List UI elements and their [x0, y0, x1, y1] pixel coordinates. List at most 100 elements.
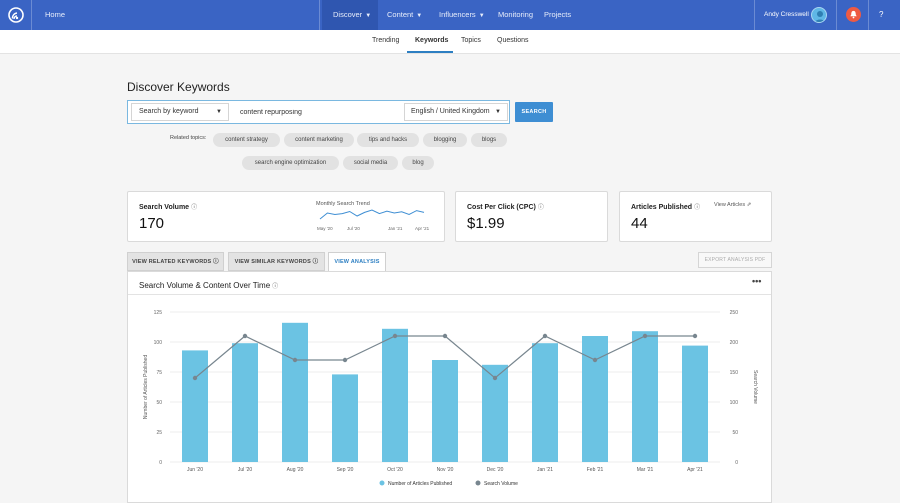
view-articles-link[interactable]: View Articles ⇗ [714, 202, 751, 208]
top-navigation: Home Discover ▼ Content ▼ Influencers ▼ Mon… [0, 0, 900, 30]
view-articles-text: View Articles [714, 202, 746, 208]
line-point [642, 333, 648, 339]
info-icon[interactable]: ⓘ [191, 205, 197, 211]
tab-view-related-keywords[interactable]: VIEW RELATED KEYWORDS ⓘ [127, 252, 224, 271]
language-select[interactable]: English / United Kingdom ▼ [404, 103, 508, 121]
bar [432, 360, 458, 462]
y-tick-right: 200 [730, 340, 739, 346]
info-icon[interactable]: ⓘ [538, 205, 544, 211]
x-tick-label: Oct '20 [387, 467, 403, 473]
tab-topics[interactable]: Topics [461, 30, 481, 52]
legend-label-search-volume: Search Volume [484, 481, 518, 487]
chevron-down-icon: ▼ [495, 109, 501, 115]
nav-content[interactable]: Content ▼ [387, 0, 422, 31]
search-type-select[interactable]: Search by keyword ▼ [131, 103, 229, 121]
x-tick-label: Jun '20 [187, 467, 203, 473]
related-topic-chip[interactable]: social media [343, 156, 398, 170]
user-name[interactable]: Andy Cresswell [764, 0, 809, 30]
nav-content-label: Content [387, 10, 414, 19]
related-topic-chip[interactable]: content strategy [213, 133, 280, 147]
articles-published-value: 44 [631, 215, 648, 232]
info-icon[interactable]: ⓘ [694, 205, 700, 211]
chevron-down-icon: ▼ [216, 109, 222, 115]
bar [332, 374, 358, 462]
tab-view-analysis[interactable]: VIEW ANALYSIS [328, 252, 386, 272]
combo-chart: 0 25 50 75 100 125 0 50 100 150 200 250 Number of Ar… [143, 310, 758, 487]
nav-discover[interactable]: Discover ▼ [333, 0, 371, 31]
trend-tick: Jul '20 [347, 226, 360, 231]
nav-divider [754, 0, 755, 30]
related-topic-chip[interactable]: tips and hacks [357, 133, 419, 147]
x-tick-label: Jul '20 [238, 467, 253, 473]
bar [582, 336, 608, 462]
search-volume-card: Search Volume ⓘ 170 Monthly Search Trend … [127, 191, 445, 242]
bar [232, 343, 258, 462]
x-tick-label: Feb '21 [587, 467, 604, 473]
info-icon: ⓘ [312, 259, 319, 265]
line-point [692, 333, 698, 339]
y-tick-left: 25 [156, 430, 162, 436]
line-point [492, 375, 498, 381]
related-topic-chip[interactable]: search engine optimization [242, 156, 339, 170]
nav-discover-label: Discover [333, 10, 363, 19]
search-volume-value: 170 [139, 215, 165, 232]
nav-divider [836, 0, 837, 30]
nav-projects[interactable]: Projects [544, 0, 571, 30]
line-point [442, 333, 448, 339]
nav-divider [868, 0, 869, 30]
x-tick-label: Dec '20 [487, 467, 504, 473]
help-button[interactable]: ? [879, 0, 883, 30]
chart-panel: Search Volume & Content Over Time ⓘ ••• 0… [127, 271, 772, 503]
y-tick-left: 125 [154, 310, 163, 316]
page-title: Discover Keywords [127, 80, 230, 94]
tab-label: VIEW SIMILAR KEYWORDS [234, 259, 311, 265]
y-tick-right: 50 [732, 430, 738, 436]
search-input[interactable] [240, 103, 400, 121]
bar [382, 328, 408, 462]
bar [632, 331, 658, 462]
search-button[interactable]: SEARCH [515, 102, 553, 122]
related-topic-chip[interactable]: content marketing [284, 133, 354, 147]
search-type-value: Search by keyword [139, 108, 199, 115]
line-point [592, 357, 598, 363]
line-point [542, 333, 548, 339]
nav-home[interactable]: Home [45, 0, 65, 30]
y-tick-left: 0 [159, 460, 162, 466]
x-tick-label: Jan '21 [537, 467, 553, 473]
bar [532, 343, 558, 462]
chevron-down-icon: ▼ [416, 13, 423, 19]
y-axis-label-right: Search Volume [752, 370, 758, 404]
chevron-down-icon: ▼ [478, 13, 485, 19]
sparkline-series [319, 209, 425, 220]
line-point [192, 375, 198, 381]
chevron-down-icon: ▼ [365, 13, 372, 19]
y-tick-left: 50 [156, 400, 162, 406]
sub-tabs: Trending Keywords Topics Questions [0, 30, 900, 54]
x-tick-label: Nov '20 [437, 467, 454, 473]
legend-marker-articles [379, 480, 385, 486]
related-topic-chip[interactable]: blog [402, 156, 434, 170]
tab-view-similar-keywords[interactable]: VIEW SIMILAR KEYWORDS ⓘ [228, 252, 325, 271]
articles-published-card: Articles Published ⓘ 44 View Articles ⇗ [619, 191, 772, 242]
line-point [242, 333, 248, 339]
tab-trending[interactable]: Trending [372, 30, 399, 52]
notification-bell-icon[interactable] [846, 7, 861, 22]
y-tick-right: 150 [730, 370, 739, 376]
related-topic-chip[interactable]: blogs [471, 133, 507, 147]
nav-influencers[interactable]: Influencers ▼ [439, 0, 485, 31]
nav-monitoring[interactable]: Monitoring [498, 0, 533, 30]
cpc-label-text: Cost Per Click (CPC) [467, 204, 536, 211]
avatar[interactable] [811, 7, 827, 23]
legend-label-articles: Number of Articles Published [388, 481, 452, 487]
x-tick-label: Apr '21 [687, 467, 703, 473]
related-topic-chip[interactable]: blogging [423, 133, 467, 147]
export-analysis-pdf-button[interactable]: EXPORT ANALYSIS PDF [698, 252, 772, 268]
legend-marker-search-volume [475, 480, 481, 486]
line-point [292, 357, 298, 363]
search-volume-label-text: Search Volume [139, 204, 190, 211]
trend-tick: Jan '21 [388, 226, 403, 231]
tab-keywords[interactable]: Keywords [415, 30, 448, 52]
cpc-label: Cost Per Click (CPC) ⓘ [467, 202, 544, 211]
app-logo-icon[interactable] [0, 0, 32, 30]
tab-questions[interactable]: Questions [497, 30, 529, 52]
